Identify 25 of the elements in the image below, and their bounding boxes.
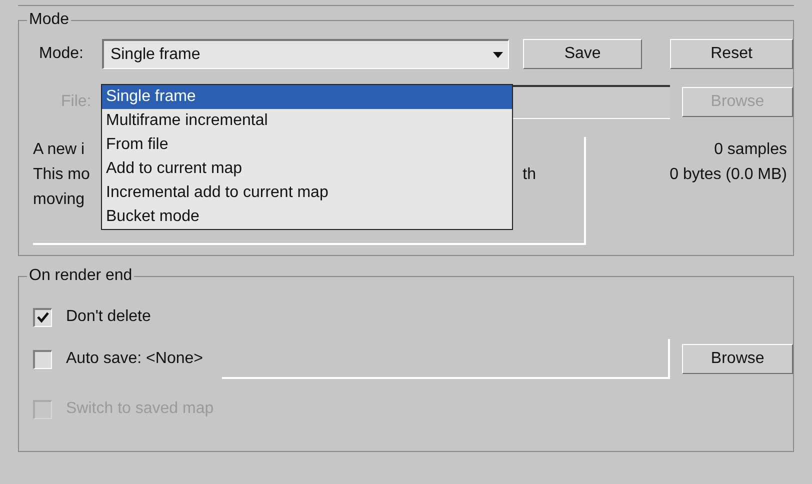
dropdown-option[interactable]: Incremental add to current map (102, 181, 512, 205)
dropdown-option[interactable]: From file (102, 133, 512, 157)
reset-button[interactable]: Reset (670, 39, 793, 69)
mode-value: Single frame (110, 44, 200, 64)
mode-dropdown[interactable]: Single frame (102, 39, 510, 69)
file-field[interactable]: Auto save: <None> (52, 339, 670, 379)
description-text: moving (33, 190, 85, 210)
checkbox[interactable] (33, 308, 52, 326)
dropdown-option[interactable]: Bucket mode (102, 205, 512, 229)
description-text: th (522, 165, 536, 185)
browse-button[interactable]: Browse (682, 344, 793, 374)
dropdown-option[interactable]: Add to current map (102, 157, 512, 181)
option-label: Don't delete (66, 307, 151, 327)
bytes-count: 0 bytes (0.0 MB) (670, 165, 787, 185)
samples-count: 0 samples (714, 140, 787, 160)
dropdown-option[interactable]: Single frame (102, 85, 512, 109)
checkbox[interactable] (33, 350, 52, 368)
mode-label: Mode: (39, 44, 84, 64)
description-text: A new i (33, 140, 85, 160)
dropdown-arrow-icon (492, 50, 504, 58)
save-button[interactable]: Save (523, 39, 642, 69)
dropdown-option[interactable]: Multiframe incremental (102, 109, 512, 133)
description-text: This mo (33, 165, 90, 185)
option-label: Auto save: <None> (66, 349, 203, 369)
checkmark-icon (37, 312, 49, 323)
